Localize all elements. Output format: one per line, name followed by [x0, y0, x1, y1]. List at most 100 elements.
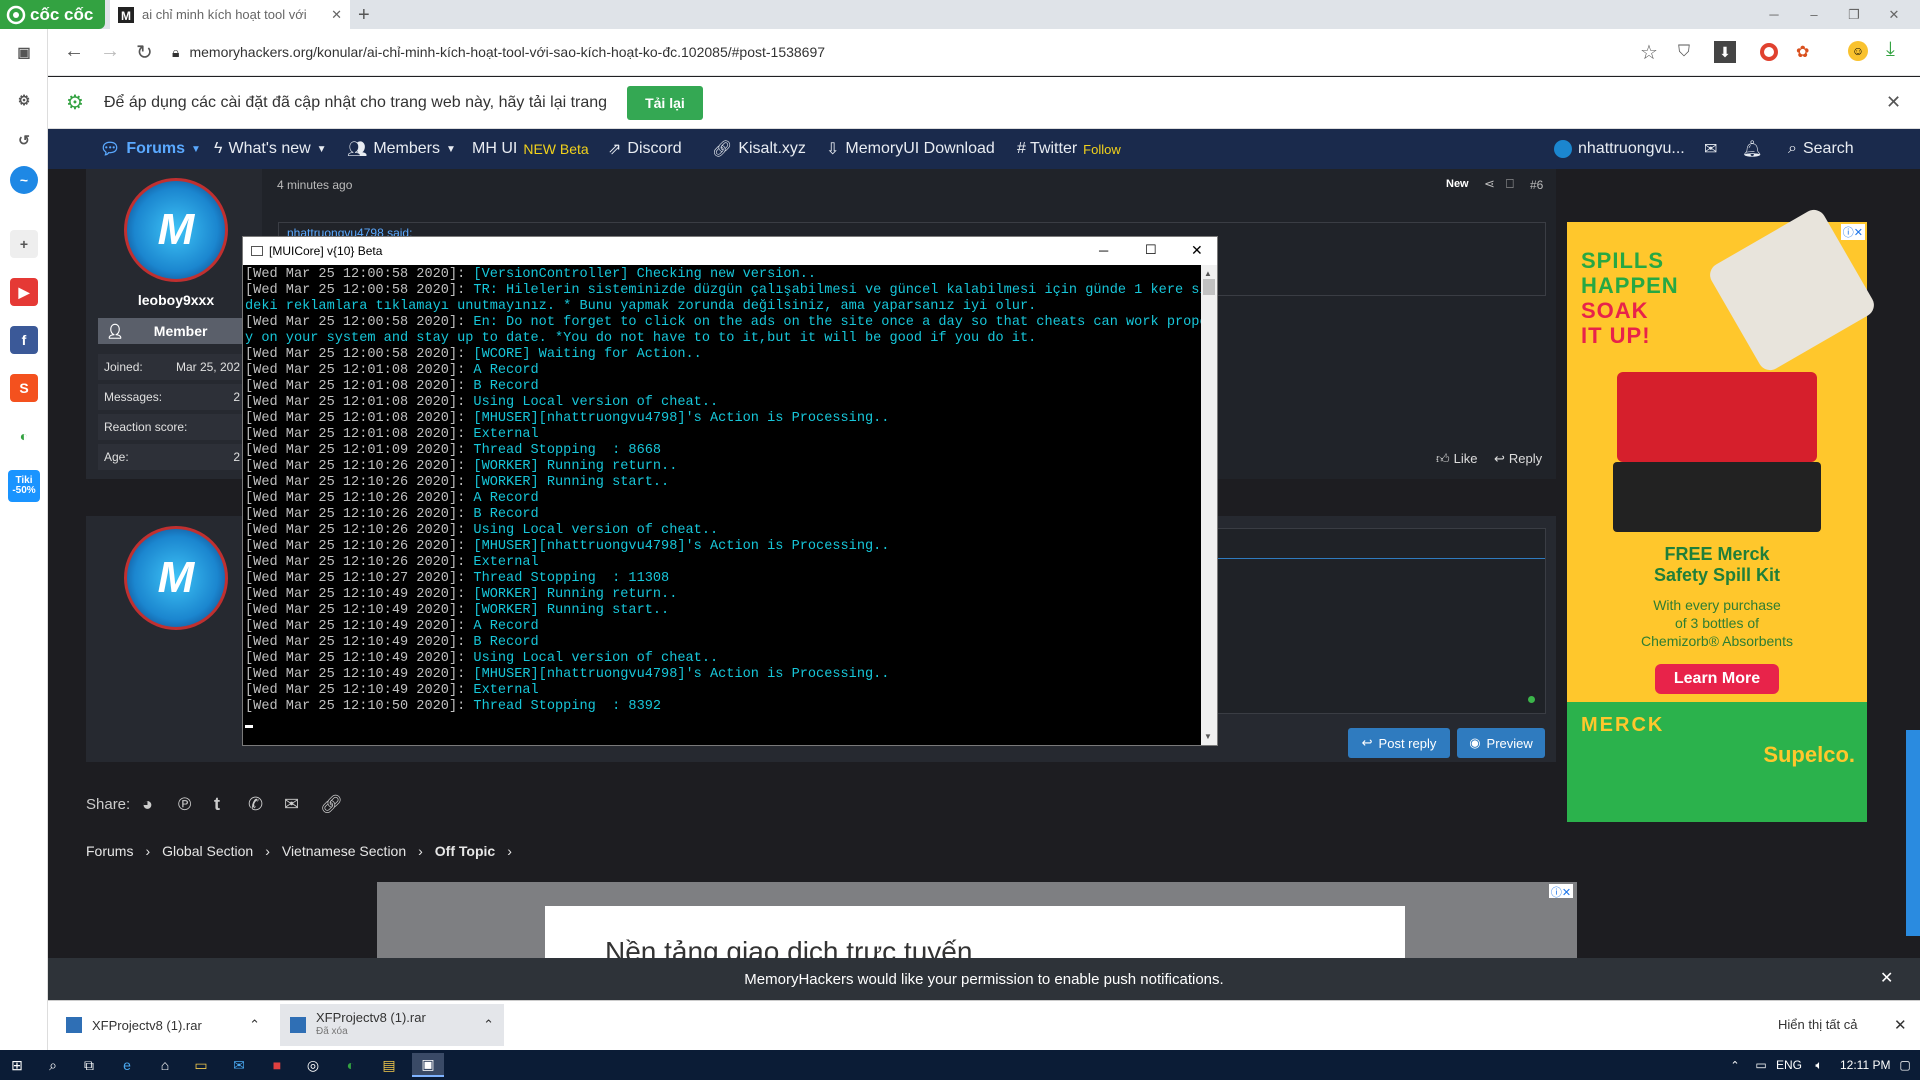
close-download-shelf-icon[interactable]: ✕ [1894, 1016, 1907, 1034]
bookmark-icon[interactable]: ⎕ [1506, 176, 1514, 192]
reply-button[interactable]: ↩ Reply [1494, 451, 1542, 467]
nav-whats-new[interactable]: ϟ What's new ▼ [214, 129, 327, 169]
console-scrollbar[interactable]: ▲ ▼ [1201, 265, 1217, 745]
reload-icon[interactable]: ↻ [136, 40, 153, 65]
task-view-icon[interactable]: ⧉ [76, 1053, 102, 1077]
volume-icon[interactable]: 🔈︎ [1806, 1053, 1832, 1077]
store-icon[interactable]: ⌂ [152, 1053, 178, 1077]
shopee-icon[interactable]: S [10, 374, 38, 402]
extension-coccoc-icon[interactable] [1760, 43, 1778, 61]
breadcrumb-vietnamese[interactable]: Vietnamese Section [282, 843, 406, 859]
close-infobar-icon[interactable]: ✕ [1886, 92, 1901, 113]
console-output[interactable]: [Wed Mar 25 12:00:58 2020]: [VersionCont… [243, 265, 1201, 745]
ad-learn-more-button[interactable]: Learn More [1655, 664, 1779, 694]
taskbar-search-icon[interactable]: ⌕ [40, 1053, 66, 1077]
settings-gear-icon[interactable]: ⚙ [10, 86, 38, 114]
inbox-icon[interactable]: ✉ [1704, 129, 1717, 169]
browser-brand-menu[interactable]: cốc cốc [0, 0, 105, 29]
language-indicator[interactable]: ENG [1776, 1058, 1802, 1072]
sidebar-toggle-icon[interactable]: ▣ [10, 38, 38, 66]
chevron-up-icon[interactable]: ⌃ [483, 1017, 494, 1033]
poster-username[interactable]: leoboy9xxx [120, 292, 232, 308]
windows-start-icon[interactable]: ⊞ [4, 1053, 30, 1077]
console-minimize-icon[interactable]: ─ [1099, 243, 1108, 258]
close-window-icon[interactable]: ✕ [1874, 0, 1914, 29]
like-button[interactable]: 👍︎ Like [1436, 451, 1477, 467]
download-item-2[interactable]: XFProjectv8 (1).rar Đã xóa ⌃ [280, 1004, 504, 1046]
new-tab-button[interactable]: + [358, 4, 370, 27]
download-arrow-icon[interactable]: ⤓ [1886, 38, 1895, 61]
reddit-icon[interactable]: ◕ [142, 794, 153, 815]
shield-icon[interactable]: ⛉ [1678, 43, 1690, 61]
breadcrumb-off-topic[interactable]: Off Topic [435, 843, 495, 859]
adchoices-icon[interactable]: ⓘ✕ [1549, 884, 1573, 899]
reload-button[interactable]: Tải lại [627, 85, 703, 120]
nav-discord[interactable]: ⇗ Discord [608, 129, 682, 169]
page-scrollbar-thumb[interactable] [1906, 730, 1920, 936]
bookmark-star-icon[interactable]: ☆ [1640, 40, 1658, 65]
post-reply-button[interactable]: ↩ Post reply [1348, 728, 1450, 758]
scroll-down-icon[interactable]: ▼ [1204, 732, 1212, 741]
post-time[interactable]: 4 minutes ago [277, 178, 352, 192]
mail-icon[interactable]: ✉ [226, 1053, 252, 1077]
whatsapp-icon[interactable]: ✆ [248, 794, 263, 815]
nav-user-menu[interactable]: nhattruongvu... [1554, 129, 1685, 169]
address-bar[interactable]: 🔒︎ memoryhackers.org/konular/ai-chỉ-minh… [172, 37, 1612, 67]
email-icon[interactable]: ✉ [284, 794, 299, 815]
edge-icon[interactable]: e [114, 1053, 140, 1077]
link-icon[interactable]: 🔗︎ [320, 794, 343, 815]
clock[interactable]: 12:11 PM [1840, 1058, 1890, 1072]
network-icon[interactable]: ▭ [1748, 1053, 1774, 1077]
nav-forums[interactable]: 💬︎ Forums ▼ [100, 129, 201, 169]
coccoc-app-icon[interactable]: ◐ [10, 422, 38, 450]
profile-emoji-icon[interactable]: ☺ [1848, 41, 1868, 61]
nav-twitter[interactable]: # Twitter Follow [1017, 129, 1121, 169]
tumblr-icon[interactable]: t [214, 794, 220, 815]
console-window[interactable]: [MUICore] v{10} Beta ─ ☐ ✕ [Wed Mar 25 1… [242, 236, 1218, 746]
post-number[interactable]: #6 [1530, 178, 1543, 192]
download-item-1[interactable]: XFProjectv8 (1).rar ⌃ [56, 1004, 270, 1046]
show-all-downloads[interactable]: Hiển thị tất cả [1778, 1017, 1858, 1032]
file-explorer-icon[interactable]: ▭ [188, 1053, 214, 1077]
winrar-taskbar-icon[interactable]: ▤ [376, 1053, 402, 1077]
tiki-badge[interactable]: Tiki -50% [8, 470, 40, 502]
chevron-up-icon[interactable]: ⌃ [249, 1017, 260, 1033]
facebook-icon[interactable]: f [10, 326, 38, 354]
youtube-icon[interactable]: ▶ [10, 278, 38, 306]
restore-window-icon[interactable]: ❐ [1834, 0, 1874, 29]
console-taskbar-icon[interactable]: ▣ [412, 1053, 444, 1077]
back-icon[interactable]: ← [64, 40, 84, 63]
adchoices-icon[interactable]: ⓘ✕ [1840, 224, 1865, 240]
game-app-icon[interactable]: ◎ [300, 1053, 326, 1077]
collapse-window-icon[interactable]: – [1794, 0, 1834, 29]
download-manager-icon[interactable]: ⬇ [1714, 41, 1736, 63]
forward-icon[interactable]: → [100, 40, 120, 63]
close-tab-icon[interactable]: ✕ [331, 7, 342, 23]
extension-fox-icon[interactable]: ✿ [1796, 42, 1809, 62]
console-close-icon[interactable]: ✕ [1191, 242, 1203, 259]
scroll-up-icon[interactable]: ▲ [1204, 269, 1212, 278]
history-icon[interactable]: ↺ [10, 126, 38, 154]
close-notification-icon[interactable]: ✕ [1880, 968, 1893, 988]
poster-avatar[interactable]: M [124, 178, 228, 282]
nav-kisalt[interactable]: 🔗︎ Kisalt.xyz [712, 129, 806, 169]
tray-chevron-icon[interactable]: ⌃ [1722, 1053, 1748, 1077]
console-maximize-icon[interactable]: ☐ [1145, 242, 1157, 258]
notification-center-icon[interactable]: ▢ [1892, 1053, 1918, 1077]
minimize-window-icon[interactable]: ─ [1754, 0, 1794, 29]
share-icon[interactable]: ⋖ [1484, 176, 1495, 192]
nav-members[interactable]: 👥︎ Members ▼ [347, 129, 456, 169]
side-ad[interactable]: ⓘ✕ SPILLS HAPPEN SOAK IT UP! FREE Merck … [1567, 205, 1879, 822]
nav-mh-ui[interactable]: MH UI NEW Beta [472, 129, 589, 169]
add-app-icon[interactable]: + [10, 230, 38, 258]
bottom-ad-banner[interactable]: Nền tảng giao dịch trực tuyến ⓘ✕ [377, 882, 1577, 958]
console-titlebar[interactable]: [MUICore] v{10} Beta ─ ☐ ✕ [243, 237, 1217, 265]
nav-memoryui-download[interactable]: ⇩ MemoryUI Download [826, 129, 995, 169]
coccoc-taskbar-icon[interactable]: ◐ [338, 1053, 364, 1077]
messenger-icon[interactable]: ~ [10, 166, 38, 194]
bell-icon[interactable]: 🔔︎ [1742, 129, 1762, 169]
breadcrumb-global[interactable]: Global Section [162, 843, 253, 859]
console-scroll-thumb[interactable] [1203, 279, 1215, 295]
nav-search[interactable]: ⌕ Search [1788, 129, 1854, 169]
preview-button[interactable]: ◉ Preview [1457, 728, 1545, 758]
